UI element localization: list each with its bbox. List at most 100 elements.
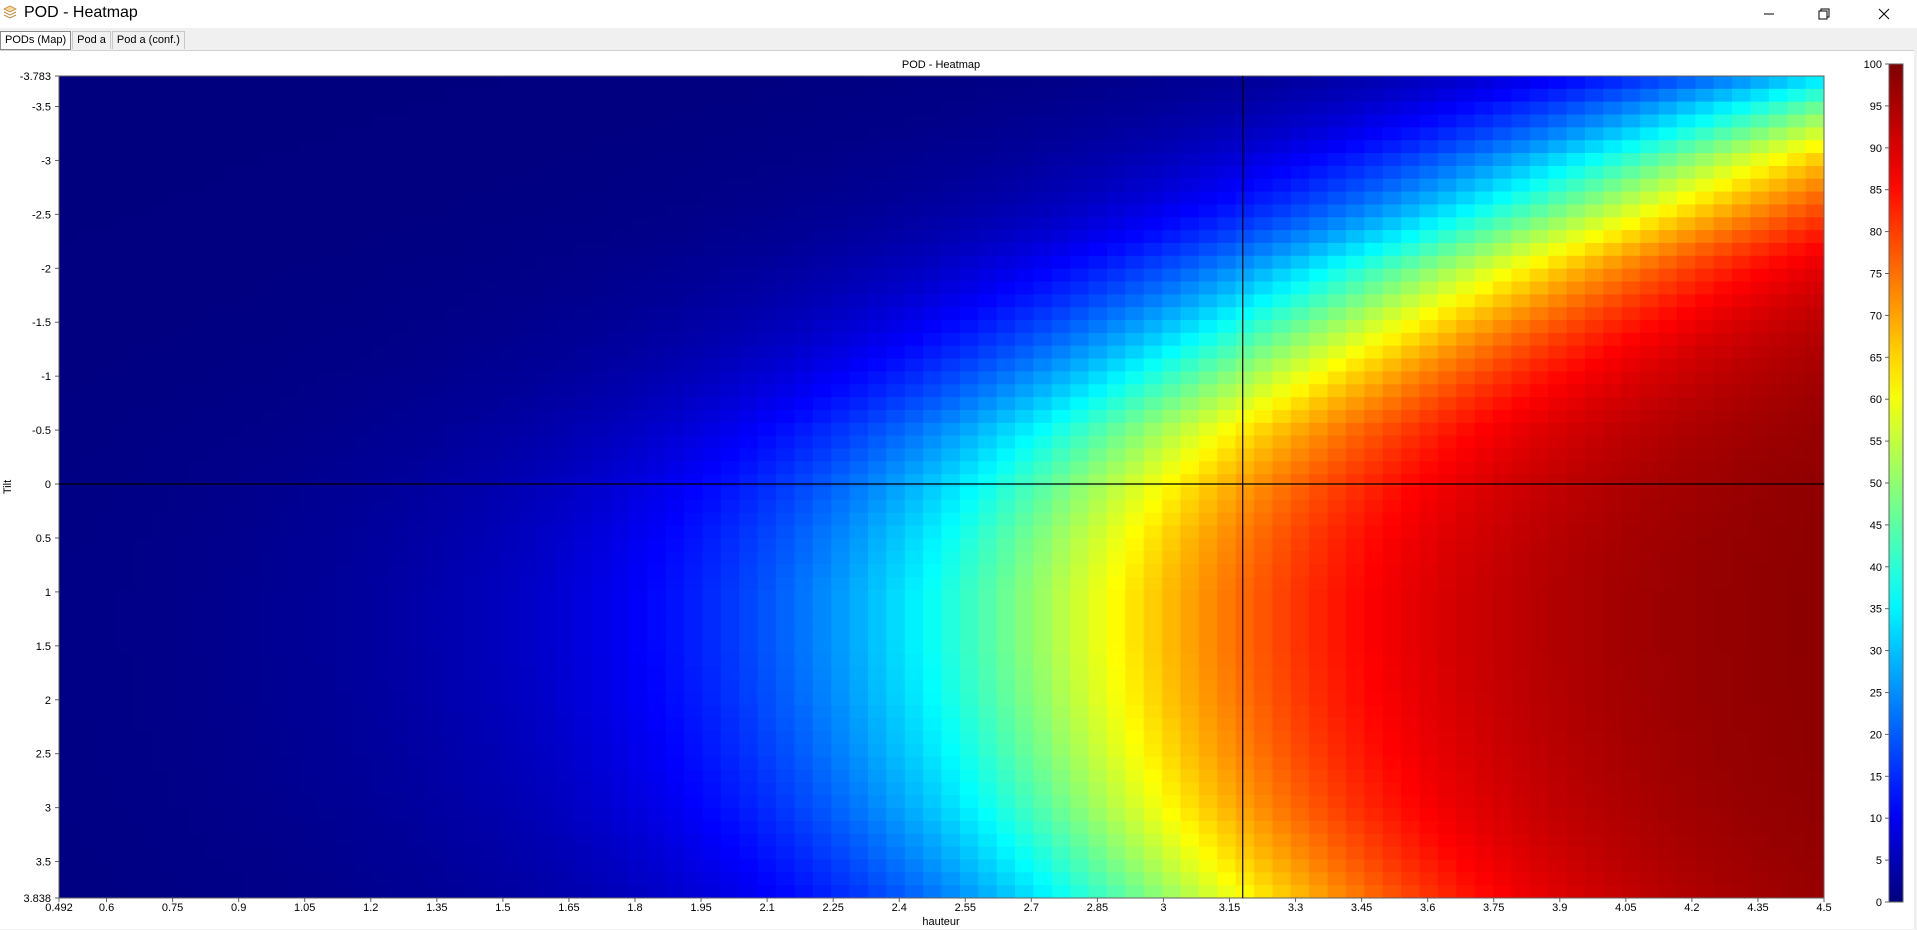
heatmap-cell (886, 307, 906, 321)
heatmap-cell (1493, 731, 1513, 745)
heatmap-cell (757, 307, 777, 321)
heatmap-cell (867, 281, 887, 295)
heatmap-cell (1070, 153, 1090, 167)
heatmap-cell (316, 178, 336, 193)
heatmap-cell (1088, 230, 1108, 244)
heatmap-cell (665, 101, 685, 116)
heatmap-cell (500, 230, 520, 244)
heatmap-cell (1732, 153, 1752, 167)
tab-pod-a[interactable]: Pod a (72, 31, 111, 49)
heatmap-cell (1125, 281, 1145, 295)
heatmap-cell (518, 705, 538, 719)
heatmap-cell (555, 448, 575, 462)
heatmap-cell (978, 204, 998, 218)
heatmap-cell (904, 718, 924, 732)
heatmap-cell (647, 666, 667, 681)
restore-button[interactable] (1801, 0, 1847, 28)
heatmap-cell (1437, 140, 1457, 154)
heatmap-cell (1750, 666, 1770, 681)
heatmap-cell (1217, 255, 1237, 270)
heatmap-cell (1511, 409, 1531, 424)
heatmap-cell (1290, 281, 1310, 295)
heatmap-cell (1787, 564, 1807, 578)
heatmap-cell (812, 538, 832, 552)
heatmap-cell (996, 153, 1016, 167)
heatmap-cell (206, 512, 226, 527)
heatmap-cell (1125, 499, 1145, 514)
heatmap-cell (1125, 268, 1145, 283)
heatmap-cell (1070, 435, 1090, 450)
heatmap-cell (1713, 525, 1733, 539)
heatmap-cell (1015, 487, 1035, 501)
heatmap-cell (279, 589, 299, 604)
heatmap-cell (628, 615, 648, 629)
heatmap-cell (1162, 718, 1182, 732)
heatmap-cell (1033, 487, 1053, 501)
heatmap-cell (389, 602, 409, 617)
heatmap-cell (592, 217, 612, 231)
close-button[interactable] (1861, 0, 1907, 28)
heatmap-cell (647, 114, 667, 128)
tab-pod-a-conf[interactable]: Pod a (conf.) (111, 31, 185, 49)
heatmap-cell (812, 242, 832, 257)
heatmap-cell (1805, 140, 1824, 154)
heatmap-cell (95, 538, 115, 552)
heatmap-cell (1345, 217, 1365, 231)
heatmap-cell (665, 666, 685, 681)
heatmap-cell (610, 525, 630, 539)
heatmap-cell (316, 217, 336, 231)
heatmap-cell (720, 217, 740, 231)
heatmap-cell (1584, 153, 1604, 167)
heatmap-cell (1198, 538, 1218, 552)
heatmap-cell (831, 679, 851, 694)
heatmap-cell (739, 397, 759, 411)
heatmap-cell (371, 461, 391, 475)
heatmap-cell (812, 435, 832, 450)
heatmap-cell (353, 551, 373, 565)
heatmap-cell (463, 602, 483, 617)
heatmap-cell (684, 114, 704, 128)
heatmap-cell (720, 679, 740, 694)
heatmap-cell (739, 204, 759, 218)
heatmap-cell (389, 358, 409, 372)
heatmap-cell (537, 345, 557, 360)
heatmap-cell (1548, 88, 1568, 103)
heatmap-cell (1401, 384, 1421, 398)
heatmap-cell (941, 679, 961, 694)
heatmap-cell (702, 281, 722, 295)
heatmap-cell (1382, 294, 1402, 308)
heatmap-cell (1364, 345, 1384, 360)
heatmap-cell (408, 165, 428, 180)
heatmap-cell (831, 718, 851, 732)
heatmap-cell (1419, 409, 1439, 424)
heatmap-cell (1548, 474, 1568, 488)
heatmap-cell (1621, 461, 1641, 475)
heatmap-chart[interactable]: POD - Heatmap -3.783-3.5-3-2.5-2-1.5-1-0… (0, 51, 1914, 930)
heatmap-cell (1051, 551, 1071, 565)
heatmap-cell (1419, 461, 1439, 475)
heatmap-cell (537, 88, 557, 103)
heatmap-cell (684, 127, 704, 141)
heatmap-cell (592, 718, 612, 732)
heatmap-cell (1309, 281, 1329, 295)
heatmap-cell (1529, 461, 1549, 475)
tab-pods-map[interactable]: PODs (Map) (0, 31, 72, 50)
heatmap-cell (242, 345, 262, 360)
heatmap-cell (132, 255, 152, 270)
heatmap-cell (904, 705, 924, 719)
heatmap-cell (1309, 731, 1329, 745)
heatmap-cell (279, 165, 299, 180)
heatmap-cell (59, 653, 78, 668)
heatmap-cell (1768, 345, 1788, 360)
heatmap-cell (1051, 615, 1071, 629)
heatmap-cell (1382, 204, 1402, 218)
heatmap-cell (1676, 666, 1696, 681)
heatmap-cell (867, 474, 887, 488)
minimize-button[interactable] (1746, 0, 1792, 28)
heatmap-cell (923, 153, 943, 167)
heatmap-cell (1456, 718, 1476, 732)
heatmap-cell (224, 345, 244, 360)
heatmap-cell (1125, 384, 1145, 398)
heatmap-cell (481, 538, 501, 552)
heatmap-cell (1805, 461, 1824, 475)
